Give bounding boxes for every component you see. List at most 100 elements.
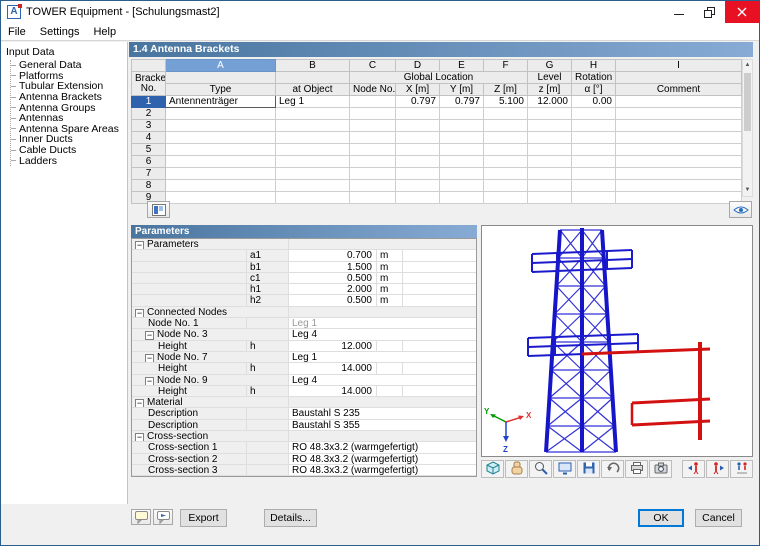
show-graphic-button[interactable] [147,201,170,218]
close-button[interactable] [725,1,759,23]
comment-panel-button[interactable] [131,509,151,525]
print-button[interactable] [625,460,648,478]
cell-type[interactable] [165,107,276,120]
cell-z[interactable] [483,131,528,144]
param-value[interactable]: RO 48.3x3.2 (warmgefertigt) [289,442,476,453]
param-value[interactable]: 1.500 [289,261,377,272]
row-number[interactable]: 6 [131,155,166,168]
cell-level-z[interactable] [527,143,572,156]
cell-at-object[interactable]: Leg 1 [275,95,350,108]
figure-prev-button[interactable] [682,460,705,478]
param-item-row[interactable]: Height h 14.000 [132,363,476,375]
cell-type[interactable] [165,167,276,180]
monitor-button[interactable] [553,460,576,478]
column-letter-c[interactable]: C [349,59,396,72]
column-letter-h[interactable]: H [571,59,616,72]
cell-rotation[interactable] [571,131,616,144]
cell-z[interactable] [483,107,528,120]
row-number[interactable]: 3 [131,119,166,132]
cell-z[interactable] [483,167,528,180]
param-group-row[interactable]: − Node No. 7 Leg 1 [132,351,476,364]
collapse-icon[interactable]: − [135,241,144,250]
cell-comment[interactable] [615,107,742,120]
param-group-row[interactable]: − Material [132,397,476,409]
row-number[interactable]: 7 [131,167,166,180]
bracket-row[interactable]: 4 [131,131,742,144]
param-value[interactable]: Leg 4 [289,375,476,386]
cell-x[interactable] [395,167,440,180]
param-value[interactable] [289,431,476,442]
cell-at-object[interactable] [275,143,350,156]
row-number[interactable]: 4 [131,131,166,144]
cell-type[interactable] [165,143,276,156]
sidebar-root-input-data[interactable]: Input Data [1,42,127,59]
cell-rotation[interactable] [571,143,616,156]
param-item-row[interactable]: h2 0.500 m [132,295,476,307]
column-letter-i[interactable]: I [615,59,742,72]
collapse-icon[interactable]: − [145,353,154,363]
cell-comment[interactable] [615,167,742,180]
cell-level-z[interactable] [527,191,572,204]
zoom-button[interactable] [529,460,552,478]
cell-node-no[interactable] [349,155,396,168]
collapse-icon[interactable]: − [145,376,154,385]
scroll-down-button[interactable]: ▼ [743,185,752,196]
cell-y[interactable]: 0.797 [439,95,484,108]
param-value[interactable] [289,397,476,408]
bracket-row[interactable]: 6 [131,155,742,168]
cell-level-z[interactable]: 12.000 [527,95,572,108]
cell-z[interactable] [483,143,528,156]
param-group-row[interactable]: − Parameters [132,239,476,251]
row-number[interactable]: 8 [131,179,166,192]
param-group-row[interactable]: − Node No. 3 Leg 4 [132,329,476,341]
cell-rotation[interactable] [571,179,616,192]
column-letter-e[interactable]: E [439,59,484,72]
column-letter-d[interactable]: D [395,59,440,72]
cell-at-object[interactable] [275,119,350,132]
param-value[interactable] [289,306,476,318]
param-group-row[interactable]: − Node No. 9 Leg 4 [132,374,476,386]
cell-at-object[interactable] [275,167,350,180]
cell-level-z[interactable] [527,167,572,180]
details-button[interactable]: Details... [264,509,317,527]
cell-y[interactable] [439,119,484,132]
cell-type[interactable] [165,131,276,144]
column-letter-g[interactable]: G [527,59,572,72]
param-group-row[interactable]: − Cross-section [132,431,476,443]
isometric-view-button[interactable] [481,460,504,478]
cell-z[interactable] [483,155,528,168]
param-value[interactable]: Leg 4 [289,329,476,340]
cell-node-no[interactable] [349,143,396,156]
column-letter-f[interactable]: F [483,59,528,72]
param-value[interactable]: 14.000 [289,385,377,397]
param-value[interactable]: Leg 1 [289,318,476,329]
bracket-row[interactable]: 2 [131,107,742,120]
param-item-row[interactable]: Height h 14.000 [132,385,476,398]
cell-type[interactable] [165,191,276,204]
param-value[interactable]: 0.700 [289,250,377,261]
row-number[interactable]: 5 [131,143,166,156]
cell-x[interactable]: 0.797 [395,95,440,108]
param-value[interactable]: Baustahl S 235 [289,408,476,419]
cell-level-z[interactable] [527,131,572,144]
menu-help[interactable]: Help [86,26,123,38]
cell-comment[interactable] [615,191,742,204]
sidebar-item-ladders[interactable]: Ladders [11,155,127,167]
scroll-thumb[interactable] [744,73,751,131]
param-value[interactable]: RO 48.3x3.2 (warmgefertigt) [289,454,476,465]
param-value[interactable]: 0.500 [289,295,377,306]
bracket-row[interactable]: 5 [131,143,742,156]
cell-rotation[interactable] [571,167,616,180]
cell-x[interactable] [395,179,440,192]
cell-z[interactable] [483,191,528,204]
cell-level-z[interactable] [527,155,572,168]
cell-at-object[interactable] [275,131,350,144]
param-item-row[interactable]: Description Baustahl S 235 [132,408,476,420]
cell-at-object[interactable] [275,179,350,192]
bracket-row[interactable]: 7 [131,167,742,180]
cell-z[interactable] [483,119,528,132]
bracket-row[interactable]: 9 [131,191,742,204]
cell-type[interactable]: Antennenträger [165,95,276,108]
cell-x[interactable] [395,155,440,168]
cell-y[interactable] [439,167,484,180]
